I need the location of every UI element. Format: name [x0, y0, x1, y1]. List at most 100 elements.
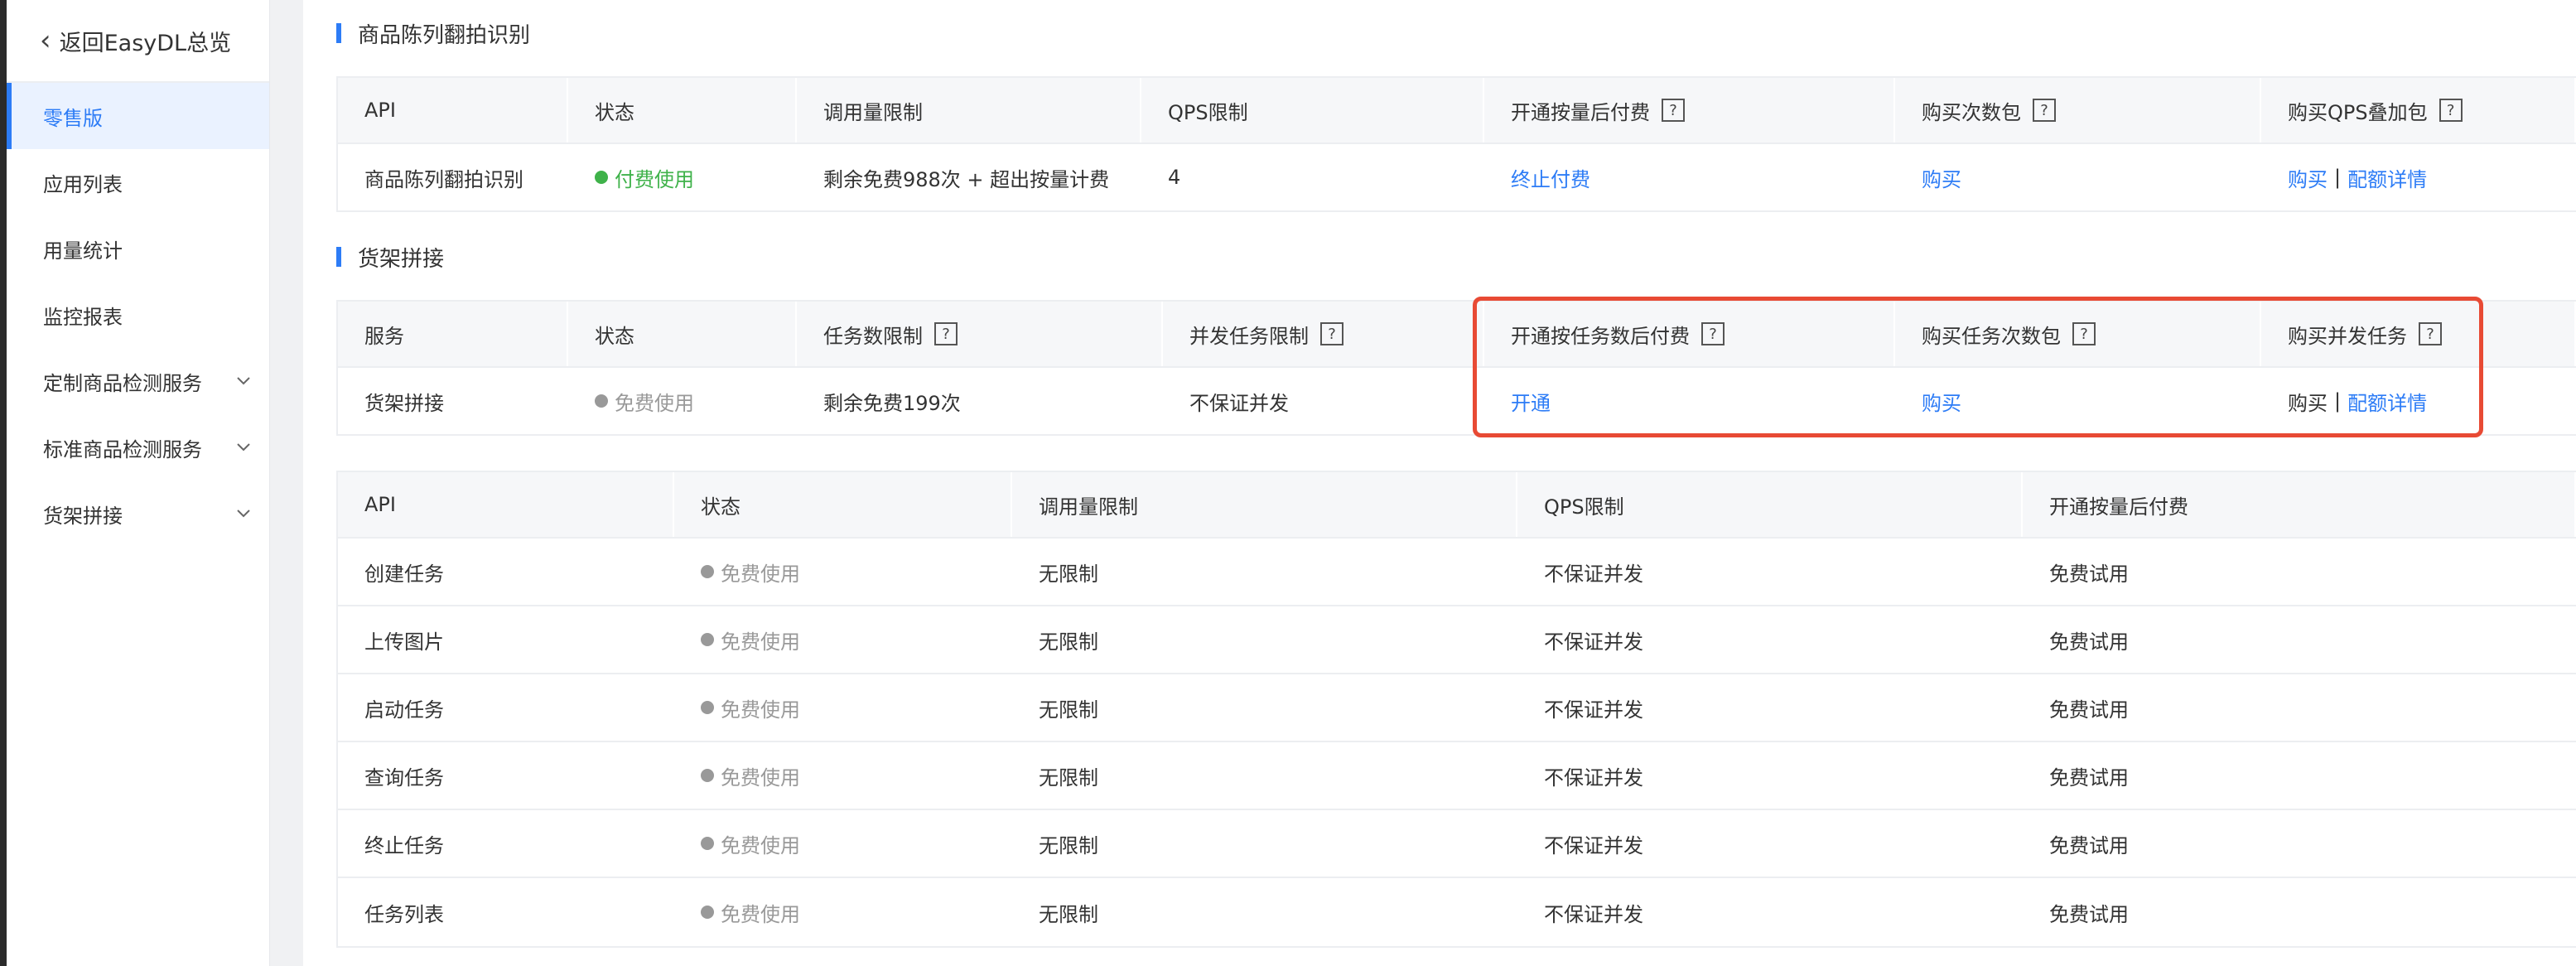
buy-task-pack-link[interactable]: 购买 [1922, 387, 1961, 416]
section-accent-bar [336, 247, 341, 267]
header-buy-qps: 购买QPS叠加包? [2261, 78, 2576, 142]
cell-buy-pack: 购买 [1895, 144, 2261, 210]
buy-pack-link[interactable]: 购买 [1922, 163, 1961, 192]
cell-status: 免费使用 [674, 878, 1012, 946]
buy-concurrency-text[interactable]: 购买 [2288, 387, 2328, 416]
cell-qps: 不保证并发 [1544, 902, 1643, 926]
cell-qps: 不保证并发 [1544, 630, 1643, 654]
sidebar-item-custom-detection[interactable]: 定制商品检测服务 [7, 348, 269, 414]
cell-postpay: 免费试用 [2049, 833, 2129, 857]
stop-payment-link[interactable]: 终止付费 [1511, 163, 1590, 192]
cell-qps: 不保证并发 [1544, 562, 1643, 586]
sidebar-item-monitor-report[interactable]: 监控报表 [7, 282, 269, 348]
header-api: API [338, 472, 674, 537]
cell-qps: 不保证并发 [1544, 833, 1643, 857]
header-status: 状态 [674, 472, 1012, 537]
help-icon[interactable]: ? [1662, 99, 1685, 122]
cell-service: 货架拼接 [364, 391, 444, 415]
cell-qps: 4 [1168, 166, 1181, 189]
cell-qps: 不保证并发 [1544, 698, 1643, 722]
header-api: API [338, 78, 568, 142]
cell-call-limit: 剩余免费988次 + 超出按量计费 [823, 167, 1110, 191]
help-icon[interactable]: ? [1320, 322, 1343, 345]
status-dot-icon [595, 171, 608, 184]
header-postpay: 开通按量后付费? [1484, 78, 1895, 142]
sidebar-item-retail[interactable]: 零售版 [7, 83, 269, 149]
header-service: 服务 [338, 302, 568, 366]
sidebar-item-label: 定制商品检测服务 [43, 371, 202, 395]
table-row: 任务列表 免费使用 无限制 不保证并发 免费试用 [338, 878, 2576, 946]
header-status: 状态 [568, 78, 797, 142]
cell-postpay: 免费试用 [2049, 630, 2129, 654]
cell-concurrency: 不保证并发 [1189, 391, 1289, 415]
cell-status: 付费使用 [568, 144, 797, 210]
display-recognition-table: API 状态 调用量限制 QPS限制 开通按量后付费? 购买次数包? 购买QPS… [336, 76, 2576, 212]
cell-postpay: 免费试用 [2049, 562, 2129, 586]
quota-detail-link[interactable]: 配额详情 [2347, 387, 2427, 416]
status-dot-icon [701, 701, 714, 714]
back-to-overview-link[interactable]: ‹ 返回EasyDL总览 [7, 0, 269, 83]
cell-call-limit: 无限制 [1039, 630, 1098, 654]
table-row: 商品陈列翻拍识别 付费使用 剩余免费988次 + 超出按量计费 4 终止付费 购… [338, 144, 2576, 210]
section-title-text: 货架拼接 [358, 246, 445, 272]
cell-status: 免费使用 [674, 810, 1012, 877]
sidebar-item-usage-stats[interactable]: 用量统计 [7, 215, 269, 282]
header-call-limit: 调用量限制 [797, 78, 1141, 142]
table-header-row: API 状态 调用量限制 QPS限制 开通按量后付费? 购买次数包? 购买QPS… [338, 78, 2576, 144]
sidebar-item-label: 监控报表 [43, 305, 123, 329]
help-icon[interactable]: ? [1701, 322, 1725, 345]
shelf-stitching-table: 服务 状态 任务数限制? 并发任务限制? 开通按任务数后付费? 购买任务次数包?… [336, 300, 2576, 436]
header-qps-limit: QPS限制 [1141, 78, 1484, 142]
cell-status: 免费使用 [674, 742, 1012, 809]
chevron-down-icon [236, 509, 251, 519]
chevron-left-icon: ‹ [40, 24, 51, 57]
cell-api: 商品陈列翻拍识别 [364, 167, 523, 191]
buy-qps-link[interactable]: 购买 [2288, 163, 2328, 192]
sidebar-item-label: 货架拼接 [43, 504, 123, 528]
cell-buy-qps: 购买 | 配额详情 [2261, 144, 2576, 210]
window-edge [0, 0, 7, 966]
table-row: 查询任务 免费使用 无限制 不保证并发 免费试用 [338, 742, 2576, 810]
status-dot-icon [701, 769, 714, 782]
cell-call-limit: 无限制 [1039, 902, 1098, 926]
help-icon[interactable]: ? [2439, 99, 2463, 122]
chevron-down-icon [236, 442, 251, 452]
cell-call-limit: 无限制 [1039, 766, 1098, 790]
help-icon[interactable]: ? [2072, 322, 2096, 345]
table-header-row: 服务 状态 任务数限制? 并发任务限制? 开通按任务数后付费? 购买任务次数包?… [338, 302, 2576, 368]
cell-api: 启动任务 [364, 698, 444, 722]
header-concurrency-limit: 并发任务限制? [1163, 302, 1484, 366]
status-dot-icon [701, 565, 714, 578]
sidebar: ‹ 返回EasyDL总览 零售版 应用列表 用量统计 监控报表 定制商品检测服务… [7, 0, 270, 966]
cell-call-limit: 无限制 [1039, 698, 1098, 722]
header-status: 状态 [568, 302, 797, 366]
cell-buy-task-pack: 购买 [1895, 368, 2261, 434]
cell-api: 上传图片 [364, 630, 444, 654]
cell-postpay: 免费试用 [2049, 902, 2129, 926]
sidebar-item-app-list[interactable]: 应用列表 [7, 149, 269, 215]
cell-call-limit: 无限制 [1039, 562, 1098, 586]
activate-link[interactable]: 开通 [1511, 387, 1551, 416]
status-dot-icon [701, 837, 714, 850]
quota-detail-link[interactable]: 配额详情 [2347, 163, 2427, 192]
cell-status: 免费使用 [674, 539, 1012, 605]
sidebar-item-label: 零售版 [43, 106, 103, 130]
cell-status: 免费使用 [568, 368, 797, 434]
cell-api: 查询任务 [364, 766, 444, 790]
status-dot-icon [595, 394, 608, 408]
header-buy-concurrency: 购买并发任务? [2261, 302, 2576, 366]
header-task-limit: 任务数限制? [797, 302, 1163, 366]
section-accent-bar [336, 23, 341, 43]
cell-api: 终止任务 [364, 833, 444, 857]
shelf-api-table: API 状态 调用量限制 QPS限制 开通按量后付费 创建任务 免费使用 无限制… [336, 471, 2576, 948]
sidebar-item-shelf-stitching[interactable]: 货架拼接 [7, 481, 269, 547]
help-icon[interactable]: ? [2033, 99, 2056, 122]
help-icon[interactable]: ? [934, 322, 958, 345]
cell-qps: 不保证并发 [1544, 766, 1643, 790]
table-row: 上传图片 免费使用 无限制 不保证并发 免费试用 [338, 606, 2576, 674]
help-icon[interactable]: ? [2419, 322, 2442, 345]
table-header-row: API 状态 调用量限制 QPS限制 开通按量后付费 [338, 472, 2576, 539]
table-row: 启动任务 免费使用 无限制 不保证并发 免费试用 [338, 674, 2576, 742]
header-postpay: 开通按量后付费 [2023, 472, 2576, 537]
sidebar-item-standard-detection[interactable]: 标准商品检测服务 [7, 414, 269, 481]
